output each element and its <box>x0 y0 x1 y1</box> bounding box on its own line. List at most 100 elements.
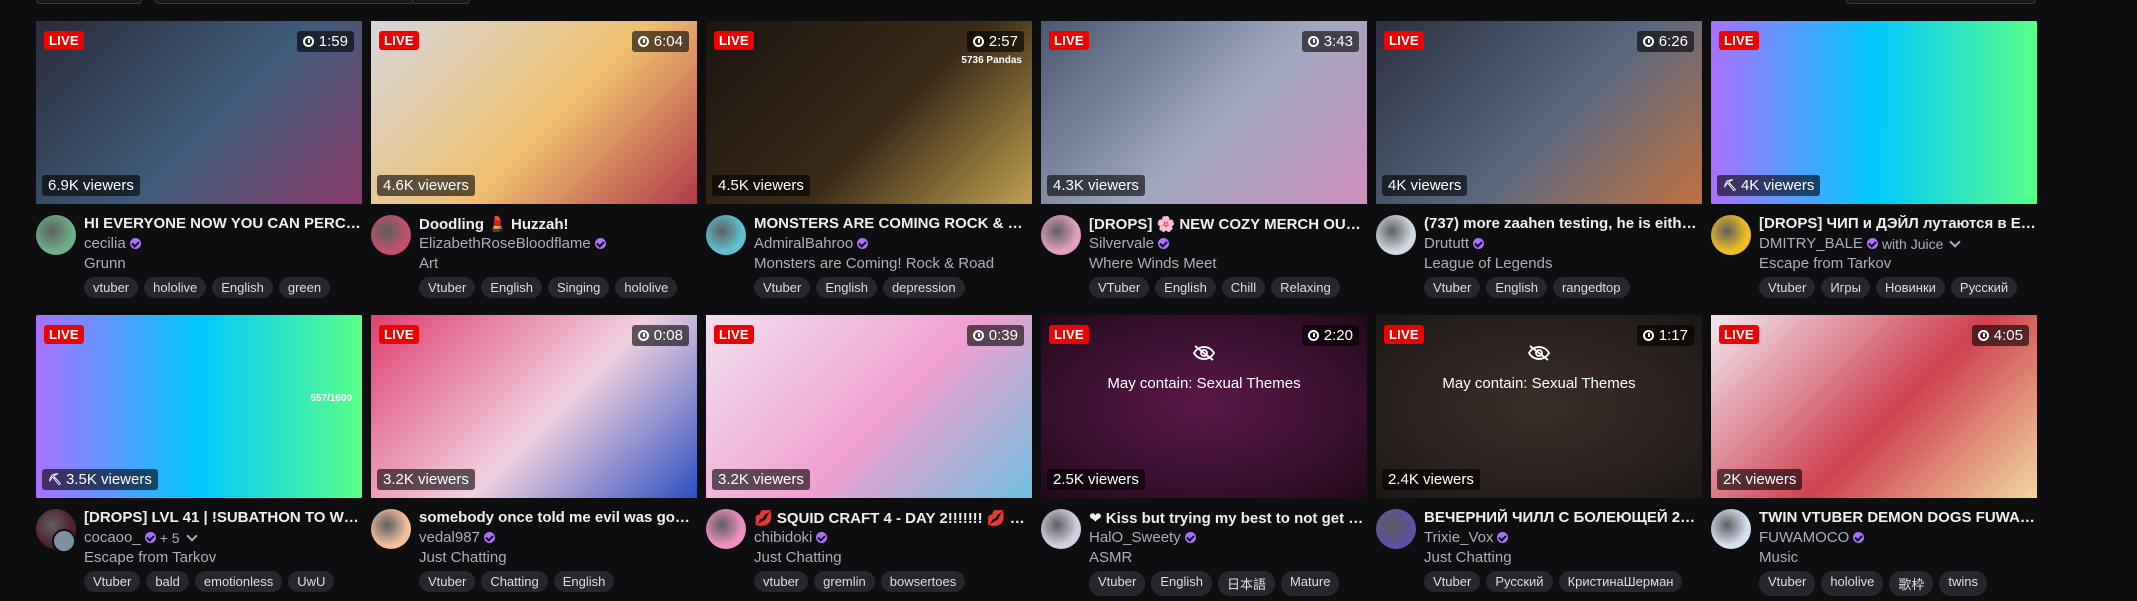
stream-title[interactable]: Doodling 💄 Huzzah! <box>419 215 697 233</box>
tag-chip[interactable]: Chatting <box>481 571 548 592</box>
tag-chip[interactable]: Новинки <box>1875 277 1945 298</box>
tag-chip[interactable]: English <box>553 571 615 592</box>
tag-chip[interactable]: Chill <box>1221 277 1266 298</box>
stream-thumbnail[interactable]: LIVE ⛏ 4K viewers <box>1711 21 2037 204</box>
channel-name[interactable]: Drututt <box>1424 235 1485 252</box>
tag-chip[interactable]: hololive <box>615 277 678 298</box>
tag-chip[interactable]: Vtuber <box>754 277 811 298</box>
chevron-down-icon[interactable] <box>185 529 198 542</box>
channel-name[interactable]: ElizabethRoseBloodflame <box>419 235 606 252</box>
category-link[interactable]: League of Legends <box>1424 255 1552 272</box>
tag-chip[interactable]: depression <box>882 277 965 298</box>
stream-title[interactable]: [DROPS] 🌸 NEW COZY MERCH OUT NOW <box>1089 215 1367 233</box>
avatar[interactable] <box>706 215 746 255</box>
tag-chip[interactable]: rangedtop <box>1552 277 1630 298</box>
channel-name-text[interactable]: chibidoki <box>754 529 812 546</box>
avatar[interactable] <box>1711 509 1751 549</box>
tag-chip[interactable]: hololive <box>1821 571 1884 596</box>
with-label[interactable]: with Juice <box>1882 236 1943 252</box>
avatar[interactable] <box>371 509 411 549</box>
category-link[interactable]: Escape from Tarkov <box>1759 255 1891 272</box>
tag-chip[interactable]: Singing <box>547 277 610 298</box>
category-link[interactable]: Just Chatting <box>754 549 842 566</box>
channel-name-text[interactable]: ElizabethRoseBloodflame <box>419 235 591 252</box>
category-link[interactable]: ASMR <box>1089 549 1132 566</box>
tag-chip[interactable]: vtuber <box>84 277 139 298</box>
channel-name[interactable]: cocaoo_ + 5 <box>84 529 198 546</box>
tag-chip[interactable]: English <box>212 277 273 298</box>
tag-chip[interactable]: English <box>816 277 877 298</box>
tag-chip[interactable]: green <box>278 277 331 298</box>
avatar[interactable] <box>1041 509 1081 549</box>
stream-thumbnail[interactable]: 557/1600 LIVE ⛏ 3.5K viewers <box>36 315 362 498</box>
tag-chip[interactable]: Vtuber <box>1759 277 1816 298</box>
tag-chip[interactable]: VTuber <box>1089 277 1150 298</box>
tag-chip[interactable]: Русский <box>1950 277 2018 298</box>
channel-name-text[interactable]: FUWAMOCO <box>1759 529 1849 546</box>
tag-chip[interactable]: vtuber <box>754 571 809 592</box>
filter-button[interactable] <box>412 0 470 4</box>
category-link[interactable]: Just Chatting <box>1424 549 1512 566</box>
search-input[interactable] <box>155 0 415 4</box>
tag-chip[interactable]: twins <box>1939 571 1988 596</box>
tag-chip[interactable]: English <box>481 277 542 298</box>
channel-name[interactable]: FUWAMOCO <box>1759 529 1865 546</box>
channel-name-text[interactable]: AdmiralBahroo <box>754 235 853 252</box>
stream-thumbnail[interactable]: LIVE 6:04 4.6K viewers <box>371 21 697 204</box>
tag-chip[interactable]: English <box>1486 277 1547 298</box>
tag-chip[interactable]: Vtuber <box>84 571 141 592</box>
avatar[interactable] <box>1376 215 1416 255</box>
tag-chip[interactable]: bowsertoes <box>880 571 966 592</box>
stream-thumbnail[interactable]: LIVE 4:05 2K viewers <box>1711 315 2037 498</box>
tag-chip[interactable]: Vtuber <box>1424 277 1481 298</box>
tag-chip[interactable]: Vtuber <box>1089 571 1146 596</box>
tag-chip[interactable]: 日本語 <box>1217 571 1275 596</box>
channel-name-text[interactable]: cecilia <box>84 235 126 252</box>
avatar[interactable] <box>706 509 746 549</box>
stream-thumbnail[interactable]: LIVE 6:26 4K viewers <box>1376 21 1702 204</box>
channel-name-text[interactable]: vedal987 <box>419 529 480 546</box>
stream-thumbnail[interactable]: May contain: Sexual Themes LIVE 2:20 2.5K v… <box>1041 315 1367 498</box>
channel-name[interactable]: Silvervale <box>1089 235 1170 252</box>
channel-name-text[interactable]: DMITRY_BALE <box>1759 235 1863 252</box>
channel-name-text[interactable]: Trixie_Vox <box>1424 529 1493 546</box>
tag-chip[interactable]: English <box>1151 571 1212 596</box>
stream-thumbnail[interactable]: LIVE 1:59 6.9K viewers <box>36 21 362 204</box>
tag-chip[interactable]: English <box>1155 277 1216 298</box>
stream-title[interactable]: [DROPS] ЧИП и ДЭЙЛ лутаются в EFT <box>1759 215 2037 232</box>
stream-title[interactable]: ❤ Kiss but trying my best to not get cau… <box>1089 509 1367 527</box>
avatar[interactable] <box>1711 215 1751 255</box>
tag-chip[interactable]: Mature <box>1280 571 1340 596</box>
channel-name[interactable]: AdmiralBahroo <box>754 235 869 252</box>
channel-name[interactable]: HalO_Sweety <box>1089 529 1196 546</box>
co-streamer-avatar[interactable] <box>52 529 76 553</box>
stream-thumbnail[interactable]: LIVE 0:39 3.2K viewers <box>706 315 1032 498</box>
avatar[interactable] <box>36 215 76 255</box>
category-link[interactable]: Escape from Tarkov <box>84 549 216 566</box>
tag-chip[interactable]: Русский <box>1486 571 1553 592</box>
stream-title[interactable]: [DROPS] LVL 41 | !SUBATHON TO WORLD <box>84 509 362 526</box>
tag-chip[interactable]: hololive <box>144 277 207 298</box>
category-link[interactable]: Where Winds Meet <box>1089 255 1217 272</box>
tag-chip[interactable]: Vtuber <box>1424 571 1481 592</box>
stream-title[interactable]: 💋 SQUID CRAFT 4 - DAY 2!!!!!!! 💋 VOD <box>754 509 1032 527</box>
tag-chip[interactable]: Relaxing <box>1271 277 1340 298</box>
filter-dropdown[interactable] <box>36 0 142 4</box>
tag-chip[interactable]: Vtuber <box>419 277 476 298</box>
stream-title[interactable]: somebody once told me evil was gonna rol… <box>419 509 697 526</box>
channel-name-text[interactable]: Silvervale <box>1089 235 1154 252</box>
tag-chip[interactable]: Vtuber <box>1759 571 1816 596</box>
channel-name[interactable]: DMITRY_BALE with Juice <box>1759 235 1962 252</box>
stream-title[interactable]: HI EVERYONE NOW YOU CAN PERCEIVE! <box>84 215 362 232</box>
stream-title[interactable]: (737) more zaahen testing, he is either … <box>1424 215 1702 232</box>
avatar[interactable] <box>371 215 411 255</box>
channel-name[interactable]: chibidoki <box>754 529 828 546</box>
sort-dropdown[interactable] <box>1846 0 2036 4</box>
channel-name-text[interactable]: Drututt <box>1424 235 1469 252</box>
tag-chip[interactable]: bald <box>146 571 189 592</box>
category-link[interactable]: Monsters are Coming! Rock & Road <box>754 255 994 272</box>
avatar[interactable] <box>1041 215 1081 255</box>
tag-chip[interactable]: КристинаШерман <box>1558 571 1683 592</box>
stream-thumbnail[interactable]: LIVE 0:08 3.2K viewers <box>371 315 697 498</box>
channel-name[interactable]: cecilia <box>84 235 141 252</box>
